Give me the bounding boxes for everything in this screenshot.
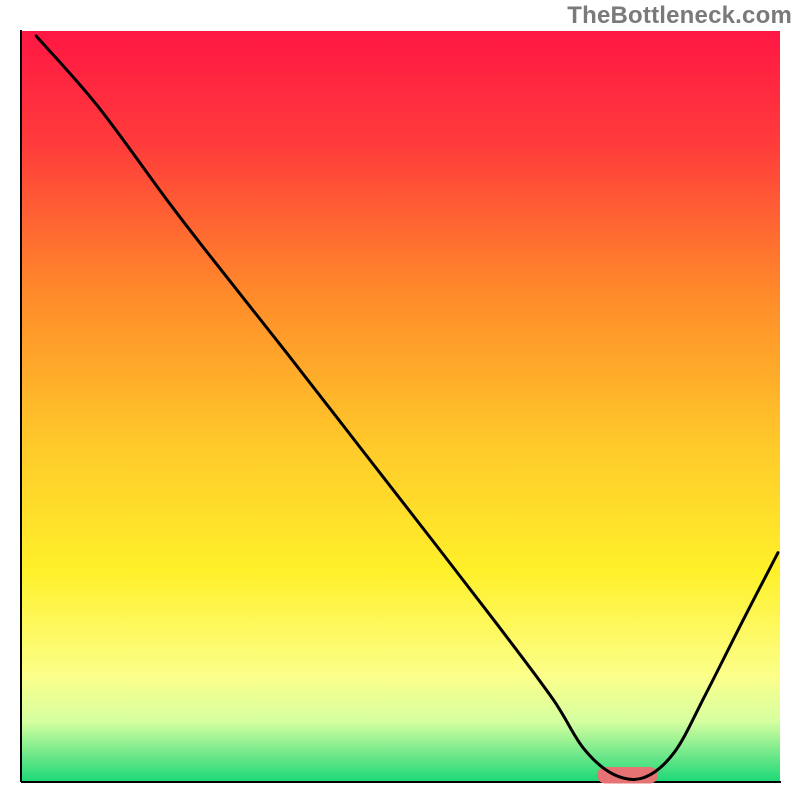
bottleneck-chart <box>0 0 800 800</box>
chart-container: TheBottleneck.com <box>0 0 800 800</box>
gradient-background <box>22 31 780 781</box>
watermark-label: TheBottleneck.com <box>567 2 792 30</box>
